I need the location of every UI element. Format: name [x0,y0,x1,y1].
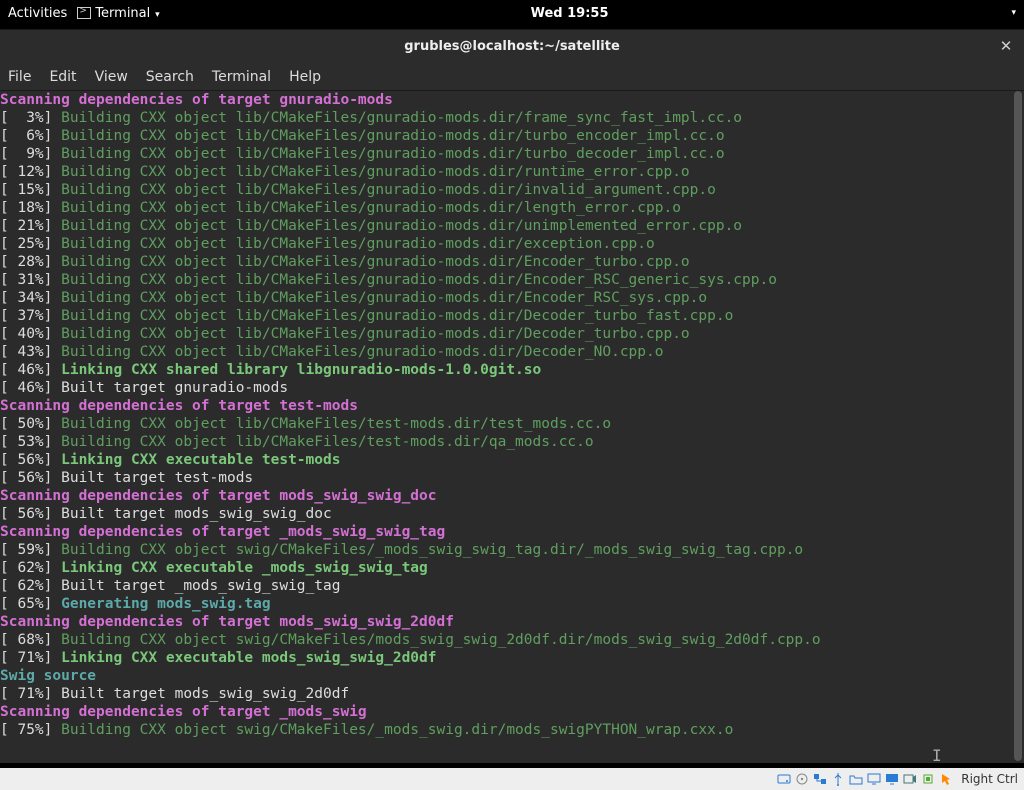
terminal-line: [ 68%] Building CXX object swig/CMakeFil… [0,631,1024,649]
terminal-line: Scanning dependencies of target _mods_sw… [0,703,1024,721]
terminal-icon [77,7,91,19]
terminal-line: [ 31%] Building CXX object lib/CMakeFile… [0,271,1024,289]
terminal-line: [ 50%] Building CXX object lib/CMakeFile… [0,415,1024,433]
scrollbar-thumb[interactable] [1014,91,1022,761]
close-button[interactable]: ✕ [996,36,1016,56]
terminal-line: Scanning dependencies of target gnuradio… [0,91,1024,109]
terminal-line: Scanning dependencies of target _mods_sw… [0,523,1024,541]
terminal-line: [ 34%] Building CXX object lib/CMakeFile… [0,289,1024,307]
gnome-topbar: Activities Terminal ▾ Wed 19:55 ▾ [0,0,1024,26]
terminal-menubar: File Edit View Search Terminal Help [0,63,1024,91]
terminal-line: [ 56%] Built target mods_swig_swig_doc [0,505,1024,523]
activities-button[interactable]: Activities [8,6,67,21]
terminal-line: [ 46%] Linking CXX shared library libgnu… [0,361,1024,379]
host-key-indicator[interactable]: Right Ctrl [961,772,1018,786]
terminal-line: Scanning dependencies of target mods_swi… [0,613,1024,631]
terminal-line: [ 62%] Linking CXX executable _mods_swig… [0,559,1024,577]
display-icon[interactable] [867,772,881,786]
terminal-line: [ 28%] Building CXX object lib/CMakeFile… [0,253,1024,271]
text-cursor-icon: I [932,747,942,763]
terminal-line: [ 56%] Built target test-mods [0,469,1024,487]
chevron-down-icon: ▾ [152,10,159,20]
terminal-line: [ 59%] Building CXX object swig/CMakeFil… [0,541,1024,559]
terminal-line: [ 71%] Built target mods_swig_swig_2d0df [0,685,1024,703]
menu-search[interactable]: Search [146,69,194,85]
cpu-icon[interactable] [921,772,935,786]
terminal-line: [ 65%] Generating mods_swig.tag [0,595,1024,613]
scrollbar[interactable] [1012,91,1022,763]
chevron-down-icon[interactable]: ▾ [1011,8,1016,18]
terminal-line: Scanning dependencies of target test-mod… [0,397,1024,415]
terminal-line: [ 21%] Building CXX object lib/CMakeFile… [0,217,1024,235]
optical-disk-icon[interactable] [795,772,809,786]
terminal-line: [ 9%] Building CXX object lib/CMakeFiles… [0,145,1024,163]
hard-disk-icon[interactable] [777,772,791,786]
menu-edit[interactable]: Edit [49,69,76,85]
terminal-line: [ 75%] Building CXX object swig/CMakeFil… [0,721,1024,739]
menu-help[interactable]: Help [289,69,321,85]
menu-file[interactable]: File [8,69,31,85]
terminal-line: [ 71%] Linking CXX executable mods_swig_… [0,649,1024,667]
terminal-line: [ 62%] Built target _mods_swig_swig_tag [0,577,1024,595]
clock[interactable]: Wed 19:55 [160,6,980,21]
terminal-line: [ 40%] Building CXX object lib/CMakeFile… [0,325,1024,343]
terminal-line: [ 15%] Building CXX object lib/CMakeFile… [0,181,1024,199]
display2-icon[interactable] [885,772,899,786]
usb-icon[interactable] [831,772,845,786]
menu-view[interactable]: View [95,69,128,85]
terminal-line: [ 18%] Building CXX object lib/CMakeFile… [0,199,1024,217]
terminal-line: [ 3%] Building CXX object lib/CMakeFiles… [0,109,1024,127]
terminal-output[interactable]: Scanning dependencies of target gnuradio… [0,91,1024,763]
menu-terminal[interactable]: Terminal [212,69,271,85]
terminal-line: [ 12%] Building CXX object lib/CMakeFile… [0,163,1024,181]
terminal-line: [ 43%] Building CXX object lib/CMakeFile… [0,343,1024,361]
terminal-line: [ 53%] Building CXX object lib/CMakeFile… [0,433,1024,451]
terminal-line: [ 25%] Building CXX object lib/CMakeFile… [0,235,1024,253]
window-title: grubles@localhost:~/satellite [404,39,620,54]
shared-folder-icon[interactable] [849,772,863,786]
recording-icon[interactable] [903,772,917,786]
terminal-line: Scanning dependencies of target mods_swi… [0,487,1024,505]
terminal-line: [ 56%] Linking CXX executable test-mods [0,451,1024,469]
terminal-line: Swig source [0,667,1024,685]
terminal-line: [ 37%] Building CXX object lib/CMakeFile… [0,307,1024,325]
network-adapter-icon[interactable] [813,772,827,786]
app-menu[interactable]: Terminal ▾ [77,6,159,21]
vm-statusbar: Right Ctrl [0,768,1024,790]
mouse-integration-icon[interactable] [939,772,953,786]
terminal-line: [ 46%] Built target gnuradio-mods [0,379,1024,397]
window-titlebar[interactable]: grubles@localhost:~/satellite ✕ [0,29,1024,63]
terminal-line: [ 6%] Building CXX object lib/CMakeFiles… [0,127,1024,145]
